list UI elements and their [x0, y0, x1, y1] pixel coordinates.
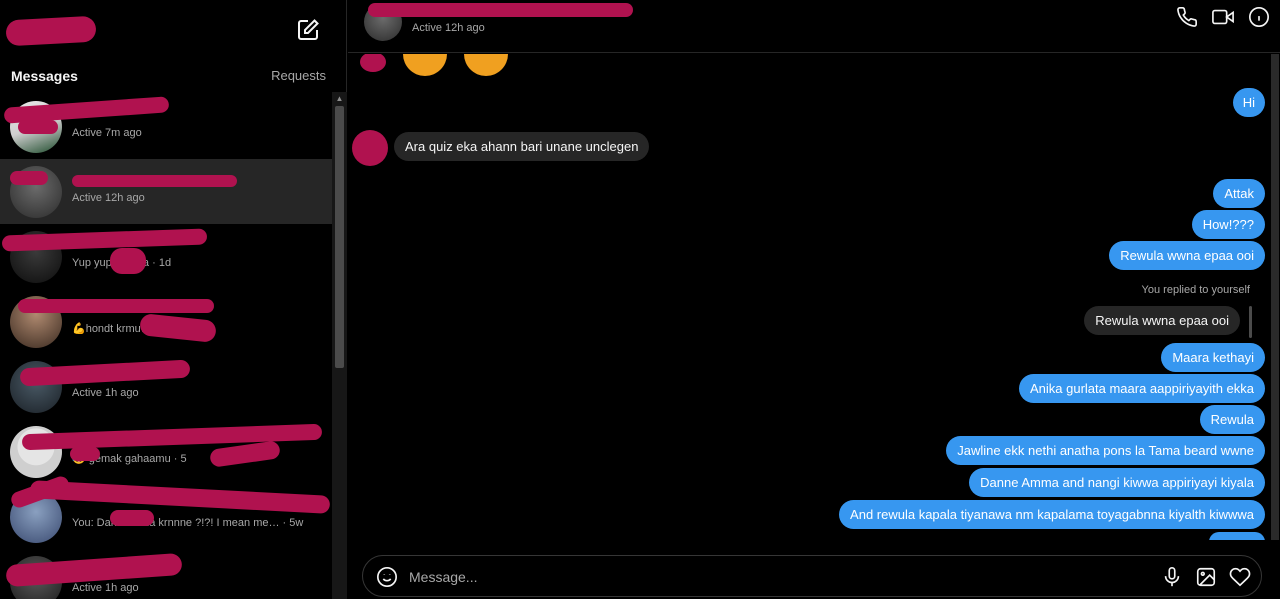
- reply-quote[interactable]: Rewula wwna epaa ooi: [1084, 306, 1240, 335]
- message-outgoing[interactable]: How!???: [1191, 210, 1265, 239]
- conversation-item[interactable]: Active 7m ago: [0, 94, 332, 159]
- redaction-mark: [18, 120, 58, 134]
- conversation-status: Active 1h ago: [72, 387, 139, 399]
- messenger-app: Messages Requests Active 7m ago Active 1…: [0, 0, 1280, 599]
- compose-icon[interactable]: [296, 18, 320, 42]
- redaction-mark: [368, 3, 633, 17]
- chat-panel: Active 12h ago Hi Ara quiz eka ahann bar…: [348, 0, 1280, 599]
- conversation-item[interactable]: 😂 gemak gahaamu · 5: [0, 419, 332, 484]
- message-outgoing[interactable]: Danne Amma and nangi kiwwa appiriyayi ki…: [969, 468, 1265, 497]
- redaction-mark: [70, 447, 100, 461]
- image-icon[interactable]: [1195, 566, 1217, 588]
- redaction-mark: [209, 440, 281, 468]
- header-actions: [1176, 6, 1270, 28]
- redaction-mark: [10, 171, 48, 185]
- redaction-mark: [29, 480, 331, 514]
- scrollbar-thumb[interactable]: [1271, 54, 1279, 540]
- redaction-mark: [110, 248, 146, 274]
- message-thread: Hi Ara quiz eka ahann bari unane unclege…: [348, 54, 1270, 540]
- conversation-status: Active 7m ago: [72, 127, 142, 139]
- conversation-status: You: Dan m… da krnnne ?!?! I mean me… · …: [72, 517, 304, 529]
- message-outgoing[interactable]: [1209, 532, 1265, 540]
- redaction-mark: [360, 54, 386, 72]
- emoji-reaction-icon: [403, 54, 447, 76]
- sad-emoji-reaction-icon: [464, 54, 508, 76]
- sidebar: Messages Requests Active 7m ago Active 1…: [0, 0, 347, 599]
- tab-requests[interactable]: Requests: [271, 68, 326, 83]
- sidebar-header: [0, 0, 347, 60]
- conversation-item[interactable]: You: Dan m… da krnnne ?!?! I mean me… · …: [0, 474, 332, 549]
- account-username-redacted[interactable]: [5, 15, 97, 47]
- conversation-status: Active 1h ago: [72, 582, 139, 594]
- conversation-item[interactable]: Yup yup… ekka · 1d: [0, 224, 332, 289]
- message-outgoing[interactable]: Rewula wwna epaa ooi: [1109, 241, 1265, 270]
- sidebar-scrollbar[interactable]: ▲: [332, 92, 347, 599]
- sidebar-tabs: Messages Requests: [0, 60, 332, 92]
- conversation-item[interactable]: 💪hondt krmu…: [0, 289, 332, 354]
- conversation-item[interactable]: Active 1h ago: [0, 354, 332, 419]
- message-outgoing[interactable]: Rewula: [1199, 405, 1265, 434]
- chat-header: Active 12h ago: [348, 0, 1280, 53]
- redaction-mark: [18, 299, 214, 313]
- message-input[interactable]: [409, 567, 1109, 587]
- scrollbar-thumb[interactable]: [335, 106, 344, 368]
- heart-icon[interactable]: [1229, 566, 1251, 588]
- video-icon[interactable]: [1212, 6, 1234, 28]
- chat-scrollbar[interactable]: [1270, 54, 1280, 540]
- emoji-icon[interactable]: [376, 566, 398, 588]
- message-outgoing[interactable]: Hi: [1232, 88, 1265, 117]
- redaction-mark: [139, 313, 217, 343]
- message-incoming[interactable]: Ara quiz eka ahann bari unane unclegen: [394, 132, 650, 161]
- mic-icon[interactable]: [1161, 566, 1183, 588]
- conversation-item[interactable]: Active 12h ago: [0, 159, 332, 224]
- message-outgoing[interactable]: And rewula kapala tiyanawa nm kapalama t…: [839, 500, 1265, 529]
- contact-status: Active 12h ago: [412, 22, 485, 34]
- phone-icon[interactable]: [1176, 6, 1198, 28]
- conversation-list: Active 7m ago Active 12h ago Yup yup… ek…: [0, 94, 332, 599]
- reply-indicator-bar: [1249, 306, 1252, 338]
- sender-avatar-redacted: [352, 130, 388, 166]
- message-outgoing[interactable]: Anika gurlata maara aappiriyayith ekka: [1018, 374, 1265, 403]
- scroll-up-arrow-icon[interactable]: ▲: [332, 92, 347, 106]
- composer-actions: [1161, 566, 1251, 588]
- reply-label: You replied to yourself: [1141, 284, 1250, 296]
- message-outgoing[interactable]: Jawline ekk nethi anatha pons la Tama be…: [946, 436, 1265, 465]
- message-outgoing[interactable]: Maara kethayi: [1161, 343, 1265, 372]
- tab-messages[interactable]: Messages: [11, 68, 78, 84]
- message-composer: [362, 555, 1262, 597]
- conversation-item[interactable]: Active 1h ago: [0, 549, 332, 599]
- message-outgoing[interactable]: Attak: [1213, 179, 1265, 208]
- conversation-status: Active 12h ago: [72, 192, 145, 204]
- info-icon[interactable]: [1248, 6, 1270, 28]
- redaction-mark: [72, 175, 237, 187]
- redaction-mark: [110, 510, 154, 526]
